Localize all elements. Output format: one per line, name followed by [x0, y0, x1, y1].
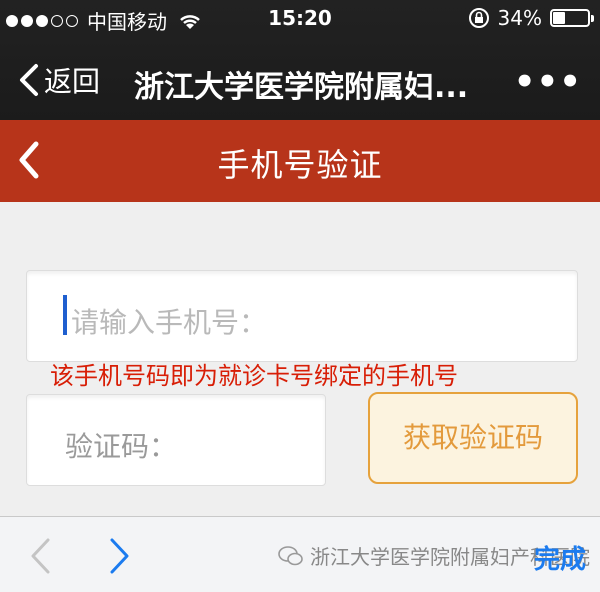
page-title: 手机号验证 [217, 146, 383, 184]
battery-percent: 34% [497, 6, 542, 30]
chevron-left-icon[interactable] [28, 537, 52, 575]
page-header: 手机号验证 [0, 120, 600, 202]
back-label: 返回 [44, 65, 101, 98]
chevron-left-icon [20, 64, 38, 96]
get-code-button[interactable]: 获取验证码 [368, 392, 578, 484]
code-placeholder: 验证码： [65, 430, 178, 463]
status-bar: 中国移动 15:20 34% [0, 0, 600, 40]
text-caret [63, 295, 67, 335]
done-button[interactable]: 完成 [534, 539, 586, 576]
back-button[interactable]: 返回 [18, 60, 100, 100]
battery-icon [550, 9, 594, 27]
keyboard-toolbar: 浙江大学医学院附属妇产科医院 完成 [0, 516, 600, 592]
nav-title: 浙江大学医学院附属妇... [134, 70, 469, 105]
wechat-navbar: 返回 浙江大学医学院附属妇... ••• [0, 48, 600, 112]
top-chrome: 中国移动 15:20 34% 返回 浙江大学医学院附属妇... ••• [0, 0, 600, 120]
wechat-icon [278, 545, 303, 565]
code-input[interactable]: 验证码： [26, 394, 326, 486]
chevron-right-icon[interactable] [108, 537, 132, 575]
battery-fill [553, 12, 565, 24]
phone-input[interactable]: 请输入手机号： [26, 270, 578, 362]
more-menu-button[interactable]: ••• [514, 62, 582, 102]
phone-placeholder: 请输入手机号： [71, 306, 268, 339]
phone-hint: 该手机号码即为就诊卡号绑定的手机号 [50, 362, 458, 390]
status-right: 34% [468, 6, 594, 30]
rotation-lock-icon [468, 8, 489, 28]
